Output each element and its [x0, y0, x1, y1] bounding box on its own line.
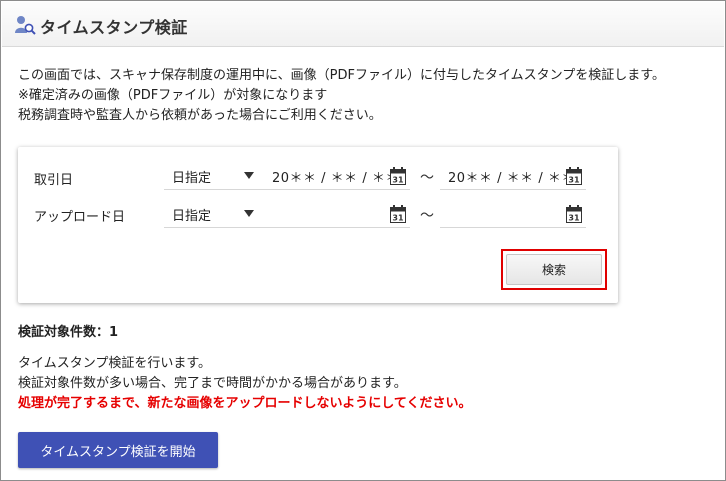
search-button[interactable]: 検索 [506, 254, 602, 285]
message-line: タイムスタンプ検証を行います。 [18, 356, 212, 371]
dropdown-arrow-icon [244, 172, 254, 179]
upload-date-label: アップロード日 [34, 210, 126, 225]
transaction-date-from-value: 20＊＊ / ＊＊ / ＊＊ [272, 171, 399, 186]
page-title: タイムスタンプ検証 [40, 18, 188, 37]
verification-message: タイムスタンプ検証を行います。 検証対象件数が多い場合、完了まで時間がかかる場合… [18, 354, 471, 414]
description-line: この画面では、スキャナ保存制度の運用中に、画像（PDFファイル）に付与したタイム… [18, 68, 665, 83]
person-search-icon [15, 16, 36, 35]
transaction-date-mode-select[interactable]: 日指定 [164, 162, 272, 190]
calendar-icon-date: 31 [392, 214, 404, 223]
calendar-icon-date: 31 [568, 176, 580, 185]
date-range-separator: ～ [420, 170, 434, 186]
calendar-icon-date: 31 [392, 176, 404, 185]
warning-message: 処理が完了するまで、新たな画像をアップロードしないようにしてください。 [18, 396, 472, 411]
description-line: ※確定済みの画像（PDFファイル）が対象になります [18, 88, 328, 103]
upload-date-from-field[interactable]: 31 [264, 200, 410, 228]
calendar-icon[interactable]: 31 [390, 167, 406, 185]
description-line: 税務調査時や監査人から依頼があった場合にご利用ください。 [18, 108, 382, 123]
date-range-separator: ～ [420, 208, 434, 224]
description: この画面では、スキャナ保存制度の運用中に、画像（PDFファイル）に付与したタイム… [18, 66, 665, 126]
transaction-date-to-field[interactable]: 20＊＊ / ＊＊ / ＊＊ 31 [440, 162, 586, 190]
message-line: 検証対象件数が多い場合、完了まで時間がかかる場合があります。 [18, 376, 407, 391]
transaction-date-mode-value: 日指定 [172, 171, 212, 186]
calendar-icon[interactable]: 31 [566, 167, 582, 185]
start-verification-button[interactable]: タイムスタンプ検証を開始 [18, 432, 218, 468]
calendar-icon[interactable]: 31 [566, 205, 582, 223]
upload-date-mode-value: 日指定 [172, 209, 212, 224]
search-button-highlight: 検索 [501, 249, 607, 290]
page-header: タイムスタンプ検証 [2, 2, 724, 47]
app-window: タイムスタンプ検証 この画面では、スキャナ保存制度の運用中に、画像（PDFファイ… [0, 0, 726, 481]
upload-date-to-field[interactable]: 31 [440, 200, 586, 228]
transaction-date-from-field[interactable]: 20＊＊ / ＊＊ / ＊＊ 31 [264, 162, 410, 190]
search-panel: 取引日 日指定 20＊＊ / ＊＊ / ＊＊ 31 ～ 20＊＊ / ＊＊ / … [18, 147, 618, 303]
verification-count: 検証対象件数：1 [18, 325, 119, 340]
transaction-date-label: 取引日 [34, 173, 74, 188]
dropdown-arrow-icon [244, 210, 254, 217]
calendar-icon-date: 31 [568, 214, 580, 223]
upload-date-mode-select[interactable]: 日指定 [164, 200, 272, 228]
calendar-icon[interactable]: 31 [390, 205, 406, 223]
transaction-date-to-value: 20＊＊ / ＊＊ / ＊＊ [448, 171, 575, 186]
